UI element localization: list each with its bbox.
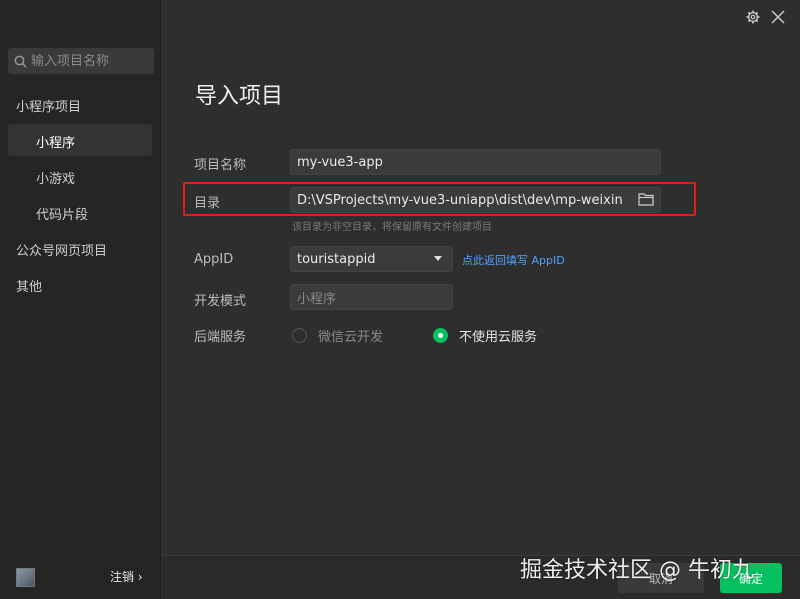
chevron-down-icon[interactable] (434, 256, 442, 261)
logout-label: 注销 (110, 570, 135, 584)
search-icon (14, 55, 27, 68)
search-input[interactable] (31, 53, 149, 69)
radio-wechat-cloud-label[interactable]: 微信云开发 (318, 326, 383, 345)
appid-select[interactable]: touristappid (290, 246, 453, 272)
sidebar-group-miniprogram[interactable]: 小程序项目 (16, 96, 81, 115)
directory-hint: 该目录为非空目录，将保留原有文件创建项目 (292, 222, 492, 233)
project-name-input[interactable] (297, 154, 654, 170)
sidebar-group-official-account[interactable]: 公众号网页项目 (16, 240, 107, 259)
sidebar-item-miniprogram[interactable]: 小程序 (36, 132, 75, 151)
sidebar: 小程序项目 小程序 小游戏 代码片段 公众号网页项目 其他 注销 › (0, 0, 161, 599)
sidebar-item-minigame[interactable]: 小游戏 (36, 168, 75, 187)
logout-button[interactable]: 注销 › (110, 568, 143, 585)
watermark: 掘金技术社区 @ 牛初九 (520, 558, 754, 583)
page-title: 导入项目 (195, 84, 284, 109)
directory-highlight-box (183, 182, 696, 216)
appid-label: AppID (194, 252, 234, 267)
sidebar-active-highlight (8, 124, 152, 156)
radio-no-cloud-label[interactable]: 不使用云服务 (459, 326, 537, 345)
radio-wechat-cloud[interactable] (292, 328, 307, 343)
chevron-right-icon: › (137, 570, 143, 584)
sidebar-item-code-snippet[interactable]: 代码片段 (36, 204, 88, 223)
project-name-field[interactable] (290, 149, 661, 175)
dev-mode-value: 小程序 (297, 291, 337, 307)
close-icon[interactable] (771, 10, 785, 24)
dev-mode-label: 开发模式 (194, 294, 247, 309)
appid-back-link[interactable]: 点此返回填写 AppID (462, 252, 565, 268)
appid-value: touristappid (297, 251, 376, 267)
avatar[interactable] (16, 568, 35, 587)
import-project-window: 小程序项目 小程序 小游戏 代码片段 公众号网页项目 其他 注销 › 导入项目 … (0, 0, 800, 599)
search-box[interactable] (8, 48, 154, 74)
dev-mode-field: 小程序 (290, 284, 453, 310)
gear-icon[interactable] (746, 10, 760, 24)
project-name-label: 项目名称 (194, 158, 247, 173)
radio-no-cloud[interactable] (433, 328, 448, 343)
backend-label: 后端服务 (194, 330, 247, 345)
sidebar-group-other[interactable]: 其他 (16, 276, 42, 295)
